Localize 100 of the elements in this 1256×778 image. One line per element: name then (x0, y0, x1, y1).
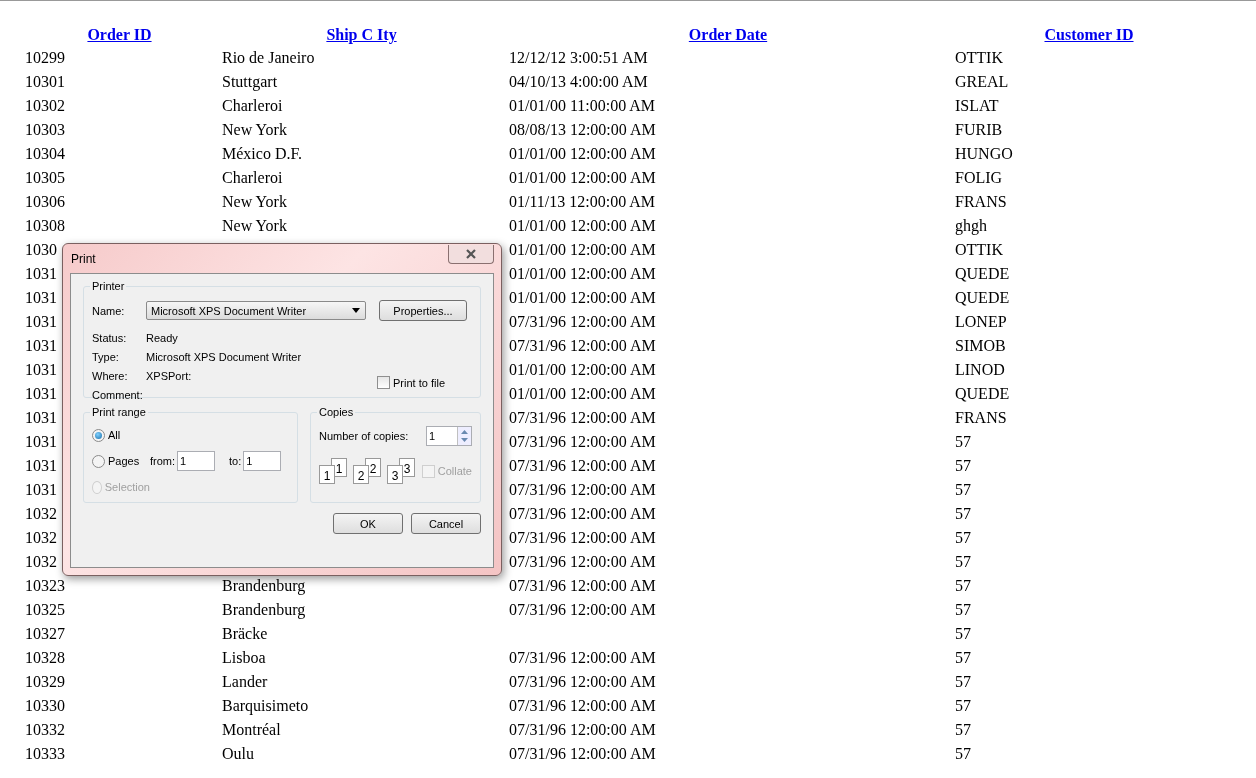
dialog-button[interactable]: Cancel (411, 513, 481, 534)
table-cell: 10304 (25, 145, 65, 162)
table-cell: 1031 (25, 385, 57, 402)
table-cell: 07/31/96 12:00:00 AM (509, 409, 656, 426)
table-cell: 10303 (25, 121, 65, 138)
table-cell: 10306 (25, 193, 65, 210)
table-cell: 57 (955, 601, 971, 618)
column-header-link[interactable]: Customer ID (1044, 26, 1134, 43)
table-cell: 1031 (25, 265, 57, 282)
table-cell: FURIB (955, 121, 1003, 138)
table-cell: 57 (955, 577, 971, 594)
from-page-field[interactable]: 1 (177, 451, 216, 471)
close-icon (465, 249, 477, 259)
table-cell: 10323 (25, 577, 65, 594)
info-value: XPSPort: (146, 369, 192, 382)
table-cell: Rio de Janeiro (222, 49, 315, 66)
table-cell: 1031 (25, 457, 57, 474)
table-cell: LINOD (955, 361, 1005, 378)
table-cell: Barquisimeto (222, 697, 309, 714)
table-cell: 10329 (25, 673, 65, 690)
table-cell: 04/10/13 4:00:00 AM (509, 73, 648, 90)
table-cell: 07/31/96 12:00:00 AM (509, 697, 656, 714)
table-cell: Stuttgart (222, 73, 278, 90)
group-legend: Copies (317, 406, 356, 418)
info-label: Where: (92, 369, 129, 382)
table-cell: 01/01/00 12:00:00 AM (509, 361, 656, 378)
printer-dropdown[interactable]: Microsoft XPS Document Writer (146, 301, 366, 320)
table-cell: 07/31/96 12:00:00 AM (509, 337, 656, 354)
table-cell: 01/11/13 12:00:00 AM (509, 193, 656, 210)
close-button[interactable] (448, 245, 494, 264)
table-cell: México D.F. (222, 145, 303, 162)
table-cell: 57 (955, 529, 971, 546)
spin-arrows-icon (460, 428, 469, 444)
table-cell: 57 (955, 745, 971, 762)
table-cell: 01/01/00 12:00:00 AM (509, 217, 656, 234)
to-page-field[interactable]: 1 (243, 451, 282, 471)
table-cell: 12/12/12 3:00:51 AM (509, 49, 648, 66)
table-cell: 10301 (25, 73, 65, 90)
table-cell: 07/31/96 12:00:00 AM (509, 481, 656, 498)
table-cell: Brandenburg (222, 577, 306, 594)
table-cell: New York (222, 121, 287, 138)
info-label: Status: (92, 331, 128, 344)
table-cell: New York (222, 217, 287, 234)
table-cell: 1031 (25, 433, 57, 450)
table-cell: FRANS (955, 409, 1007, 426)
table-cell: 07/31/96 12:00:00 AM (509, 601, 656, 618)
table-cell: 1031 (25, 361, 57, 378)
table-cell: 07/31/96 12:00:00 AM (509, 553, 656, 570)
field-label: Number of copies: (319, 430, 409, 442)
collate-pages-drawing: 1 1 2 2 3 3 (319, 458, 417, 484)
info-label: Type: (92, 350, 120, 363)
table-cell: FRANS (955, 193, 1007, 210)
table-cell: SIMOB (955, 337, 1006, 354)
group-legend: Printer (90, 280, 127, 292)
table-cell: 10302 (25, 97, 65, 114)
table-cell: 01/01/00 12:00:00 AM (509, 169, 656, 186)
table-cell: 01/01/00 12:00:00 AM (509, 145, 656, 162)
table-cell: 10308 (25, 217, 65, 234)
info-value: Microsoft XPS Document Writer (146, 350, 302, 363)
copies-spinner[interactable]: 1 (426, 426, 472, 446)
group-legend: Print range (90, 406, 148, 418)
table-cell: 1032 (25, 553, 57, 570)
table-cell: 10328 (25, 649, 65, 666)
table-cell: 57 (955, 553, 971, 570)
table-cell: Lander (222, 673, 268, 690)
table-cell: 07/31/96 12:00:00 AM (509, 457, 656, 474)
table-cell: 07/31/96 12:00:00 AM (509, 673, 656, 690)
dropdown-arrow-icon (352, 308, 360, 313)
column-header-link[interactable]: Order ID (87, 26, 152, 43)
table-cell: 10330 (25, 697, 65, 714)
properties-button[interactable]: Properties... (379, 300, 467, 321)
table-cell: 07/31/96 12:00:00 AM (509, 529, 656, 546)
table-cell: GREAL (955, 73, 1009, 90)
table-cell: Lisboa (222, 649, 266, 666)
table-cell: 1031 (25, 313, 57, 330)
table-cell: 07/31/96 12:00:00 AM (509, 433, 656, 450)
table-cell: New York (222, 193, 287, 210)
table-cell: ghgh (955, 217, 987, 234)
radio-option[interactable]: Pages (92, 454, 150, 468)
print-to-file-checkbox[interactable]: Print to file (377, 376, 445, 389)
table-cell: QUEDE (955, 289, 1010, 306)
table-cell: 57 (955, 721, 971, 738)
table-cell: ISLAT (955, 97, 999, 114)
table-cell: 57 (955, 433, 971, 450)
table-cell: 1032 (25, 505, 57, 522)
dialog-button[interactable]: OK (333, 513, 403, 534)
table-cell: QUEDE (955, 265, 1010, 282)
column-header-link[interactable]: Order Date (688, 26, 768, 43)
table-cell: 57 (955, 649, 971, 666)
table-cell: 10325 (25, 601, 65, 618)
table-cell: Brandenburg (222, 601, 306, 618)
table-cell: OTTIK (955, 241, 1003, 258)
table-cell: 07/31/96 12:00:00 AM (509, 649, 656, 666)
table-cell: 07/31/96 12:00:00 AM (509, 313, 656, 330)
table-cell: 01/01/00 12:00:00 AM (509, 385, 656, 402)
radio-option[interactable]: All (92, 428, 150, 442)
table-cell: 1031 (25, 409, 57, 426)
table-cell: 10299 (25, 49, 65, 66)
table-cell: 10305 (25, 169, 65, 186)
column-header-link[interactable]: Ship C Ity (326, 26, 397, 43)
